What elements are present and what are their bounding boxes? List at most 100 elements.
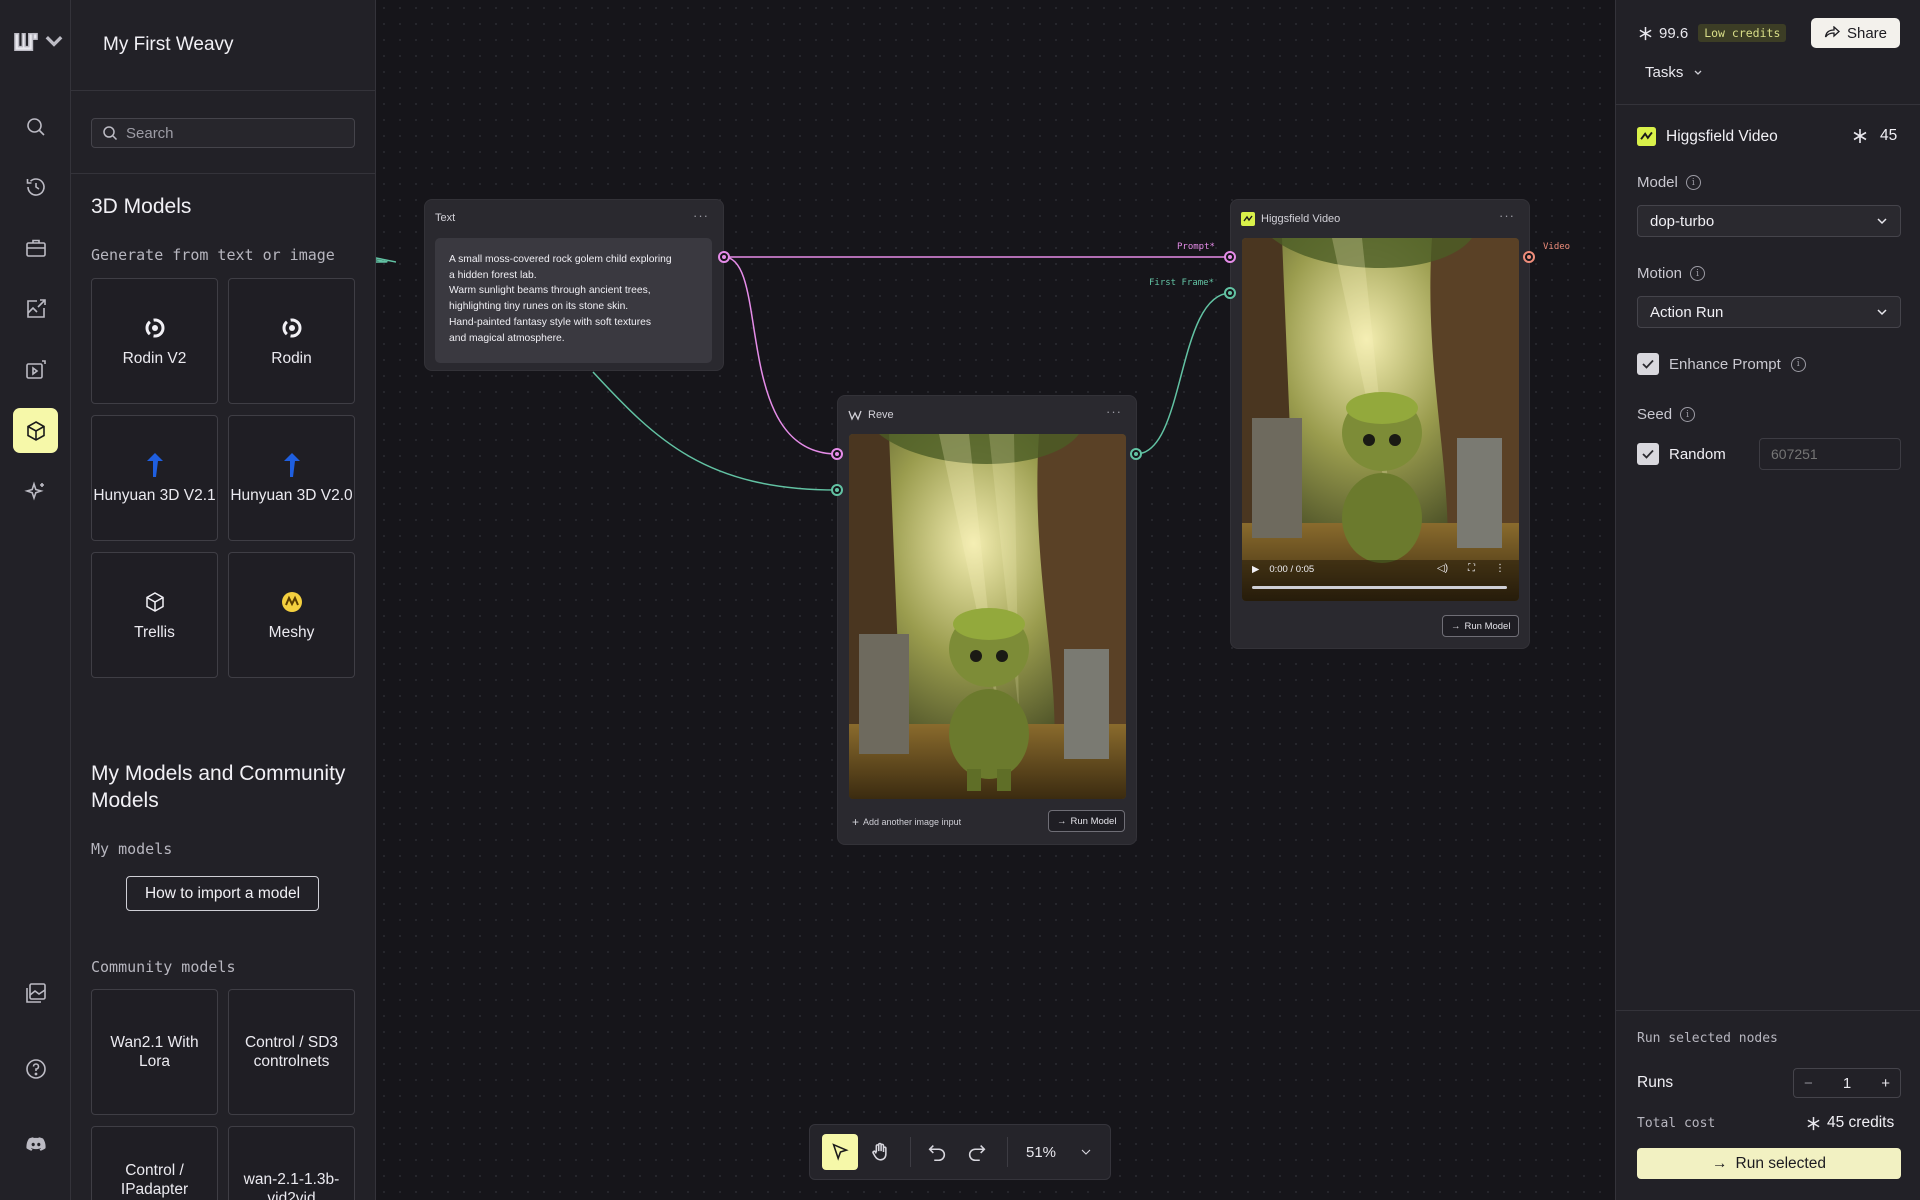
random-label: Random: [1669, 445, 1726, 463]
info-icon[interactable]: i: [1680, 407, 1696, 422]
volume-icon[interactable]: ◁): [1437, 563, 1448, 574]
community-card-wan-vid2vid[interactable]: wan-2.1-1.3b-vid2vid: [228, 1126, 355, 1200]
credits-value: 99.6: [1659, 24, 1689, 42]
workflow-canvas[interactable]: Text ··· A small moss-covered rock golem…: [376, 0, 1615, 1200]
total-cost-value: 45 credits: [1827, 1114, 1895, 1131]
model-card-label: Rodin: [271, 349, 312, 367]
select-tool[interactable]: [822, 1134, 858, 1170]
runs-stepper[interactable]: − 1 +: [1793, 1068, 1901, 1098]
info-icon[interactable]: i: [1790, 356, 1806, 372]
runs-value[interactable]: 1: [1843, 1075, 1851, 1092]
hand-icon: [872, 1142, 887, 1161]
reve-prompt-input-port[interactable]: [831, 448, 843, 460]
reve-image-output-port[interactable]: [1130, 448, 1142, 460]
reve-image-input-port[interactable]: [831, 484, 843, 496]
model-card-hunyuan-3d-v2-0[interactable]: Hunyuan 3D V2.0: [228, 415, 355, 541]
seed-input[interactable]: [1759, 438, 1901, 470]
model-card-label: Wan2.1 With Lora: [110, 1034, 199, 1070]
higgsfield-run-model-button[interactable]: → Run Model: [1442, 615, 1520, 637]
tasks-dropdown[interactable]: Tasks: [1645, 64, 1703, 81]
selected-node-title: Higgsfield Video: [1637, 127, 1778, 146]
model-card-rodin[interactable]: Rodin: [228, 278, 355, 404]
random-seed-checkbox[interactable]: [1637, 443, 1659, 465]
community-card-ipadapter-sdxl[interactable]: Control / IPadapter SDXL: [91, 1126, 218, 1200]
fullscreen-icon[interactable]: ⛶: [1468, 563, 1475, 574]
chevron-down-icon: [1877, 309, 1887, 316]
decrement-icon[interactable]: −: [1804, 1075, 1813, 1092]
3d-models-icon[interactable]: [13, 408, 58, 453]
model-select[interactable]: dop-turbo: [1637, 205, 1901, 237]
motion-select[interactable]: Action Run: [1637, 296, 1901, 328]
hunyuan-logo-icon: [281, 452, 303, 478]
model-card-trellis[interactable]: Trellis: [91, 552, 218, 678]
more-vertical-icon[interactable]: ⋮: [1495, 563, 1505, 574]
model-card-hunyuan-3d-v2-1[interactable]: Hunyuan 3D V2.1: [91, 415, 218, 541]
model-select-value: dop-turbo: [1650, 212, 1715, 230]
arrow-right-icon: →: [1712, 1154, 1728, 1172]
runs-label: Runs: [1637, 1074, 1674, 1091]
video-player[interactable]: ▶ 0:00 / 0:05 ◁) ⛶ ⋮: [1242, 238, 1519, 601]
redo-button[interactable]: [959, 1134, 995, 1170]
help-icon[interactable]: [13, 1046, 58, 1091]
briefcase-icon[interactable]: [13, 225, 58, 270]
search-input[interactable]: [126, 124, 346, 142]
credits-display[interactable]: 99.6 Low credits: [1638, 24, 1787, 42]
icon-rail: [0, 0, 71, 1200]
play-icon[interactable]: ▶: [1252, 564, 1259, 575]
run-selected-button[interactable]: → Run selected: [1637, 1148, 1901, 1179]
chevron-down-icon: [1877, 218, 1887, 225]
reve-run-model-button[interactable]: → Run Model: [1048, 810, 1126, 832]
search-box[interactable]: [91, 118, 355, 148]
video-output-port[interactable]: [1523, 251, 1535, 263]
model-label-text: Model: [1637, 174, 1678, 191]
video-edit-icon[interactable]: [13, 347, 58, 392]
reve-node[interactable]: Reve ··· + Add another image input → Run…: [837, 395, 1137, 845]
generated-image: [849, 434, 1126, 799]
tasks-label: Tasks: [1645, 64, 1684, 81]
enhance-prompt-checkbox[interactable]: [1637, 353, 1659, 375]
more-options-icon[interactable]: ···: [1106, 404, 1122, 419]
community-models-label: Community models: [91, 958, 236, 976]
more-options-icon[interactable]: ···: [1499, 208, 1515, 223]
info-icon[interactable]: i: [1690, 266, 1706, 281]
add-image-input-button[interactable]: + Add another image input: [852, 815, 961, 829]
community-card-sd3-controlnets[interactable]: Control / SD3 controlnets: [228, 989, 355, 1115]
gallery-icon[interactable]: [13, 970, 58, 1015]
meshy-logo-icon: [280, 589, 304, 615]
prompt-text[interactable]: A small moss-covered rock golem child ex…: [435, 238, 712, 363]
history-icon[interactable]: [13, 164, 58, 209]
sparkle-icon[interactable]: [13, 469, 58, 514]
undo-button[interactable]: [919, 1134, 955, 1170]
prompt-input-port[interactable]: [1224, 251, 1236, 263]
node-title: Reve: [868, 409, 894, 421]
section-title-3d-models: 3D Models: [91, 195, 192, 218]
image-edit-icon[interactable]: [13, 286, 58, 331]
prompt-line: highlighting tiny runes on its stone ski…: [449, 301, 629, 313]
model-card-meshy[interactable]: Meshy: [228, 552, 355, 678]
project-title[interactable]: My First Weavy: [103, 34, 234, 56]
run-selected-label: Run selected: [1735, 1154, 1826, 1172]
model-card-rodin-v2[interactable]: Rodin V2: [91, 278, 218, 404]
weavy-logo-menu[interactable]: [14, 30, 66, 54]
text-node[interactable]: Text ··· A small moss-covered rock golem…: [424, 199, 724, 371]
increment-icon[interactable]: +: [1881, 1075, 1890, 1092]
first-frame-input-port[interactable]: [1224, 287, 1236, 299]
share-button[interactable]: Share: [1811, 18, 1900, 48]
node-header: Higgsfield Video: [1241, 212, 1340, 226]
info-icon[interactable]: i: [1685, 175, 1701, 190]
discord-icon[interactable]: [13, 1122, 58, 1167]
higgsfield-video-node[interactable]: Higgsfield Video ··· ▶ 0:00 / 0:05 ◁) ⛶ …: [1230, 199, 1530, 649]
reve-logo-icon: [848, 410, 862, 421]
video-progress-track[interactable]: [1252, 586, 1507, 589]
divider: [1616, 1010, 1920, 1011]
enhance-prompt-row: Enhance Prompt i: [1637, 353, 1806, 375]
pan-tool[interactable]: [862, 1134, 898, 1170]
wire-stub: [376, 257, 396, 263]
zoom-level[interactable]: 51%: [1026, 1144, 1056, 1161]
zoom-menu-button[interactable]: [1068, 1134, 1104, 1170]
more-options-icon[interactable]: ···: [693, 208, 709, 223]
text-output-port[interactable]: [718, 251, 730, 263]
import-model-button[interactable]: How to import a model: [126, 876, 319, 911]
community-card-wan21-lora[interactable]: Wan2.1 With Lora: [91, 989, 218, 1115]
search-icon[interactable]: [13, 104, 58, 149]
